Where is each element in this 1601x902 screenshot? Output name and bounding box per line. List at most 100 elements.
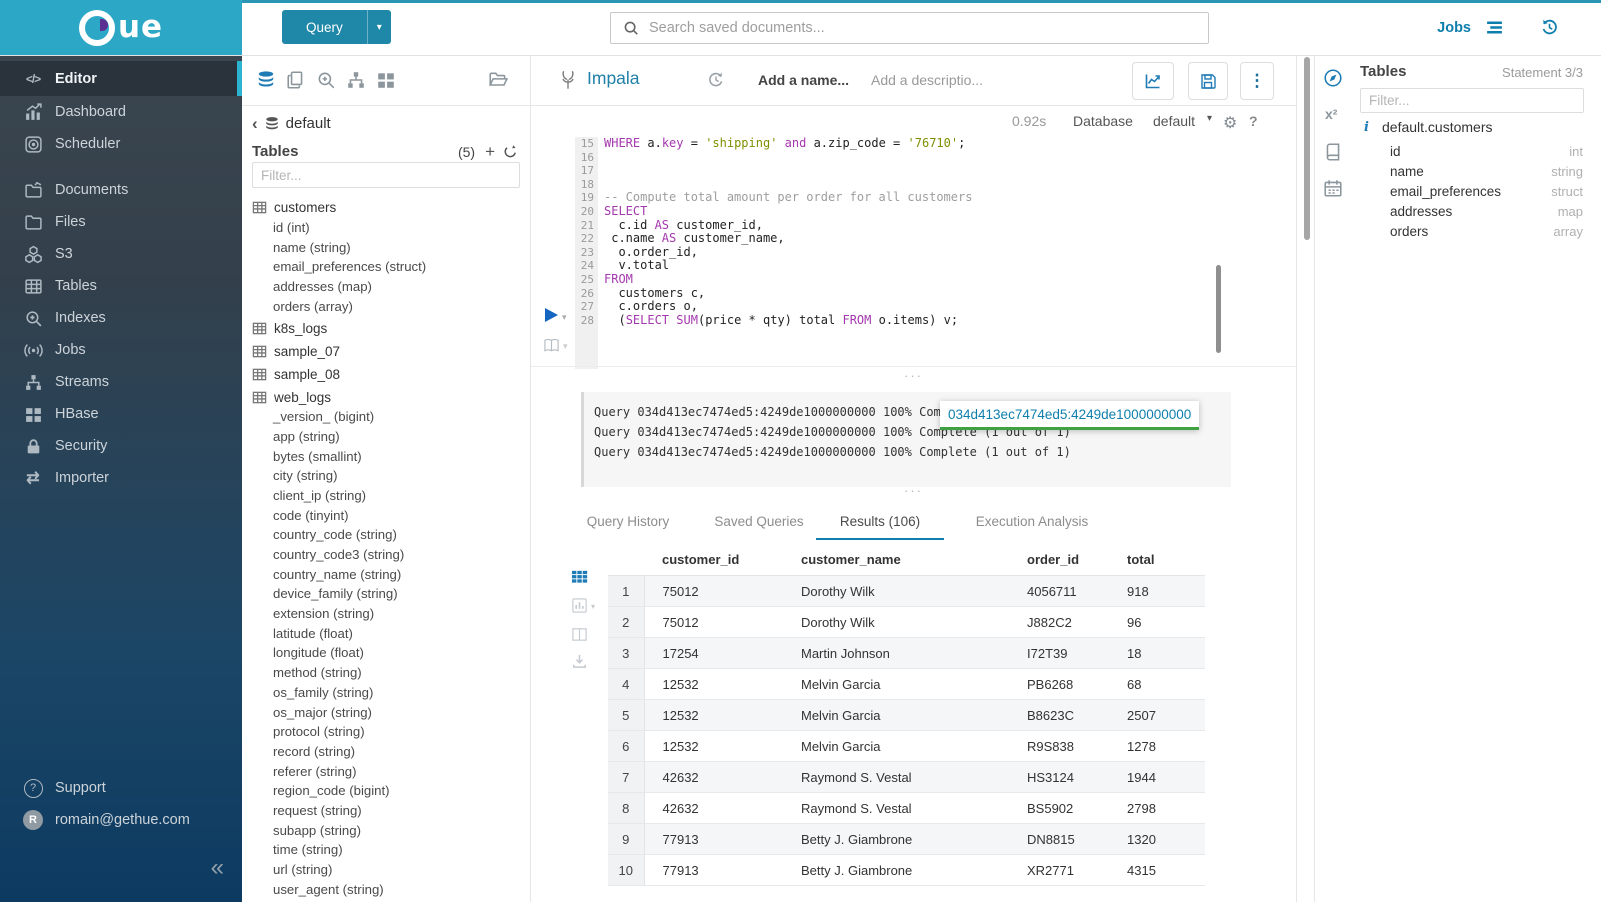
chart-view-icon[interactable] (571, 597, 588, 614)
assistant-compass-icon[interactable] (1323, 68, 1343, 88)
assist-column[interactable]: subapp (string) (242, 820, 530, 840)
assist-column[interactable]: addresses (map) (242, 277, 530, 297)
chart-options-caret[interactable]: ▾ (591, 602, 595, 611)
add-table-button[interactable]: + (485, 143, 495, 160)
assist-column[interactable]: method (string) (242, 663, 530, 683)
right-column-email_preferences[interactable]: email_preferencesstruct (1352, 181, 1601, 201)
assist-table-sample_07[interactable]: sample_07 (242, 342, 530, 362)
assist-column[interactable]: region_code (bigint) (242, 781, 530, 801)
sidebar-item-files[interactable]: Files (0, 206, 242, 238)
assist-column[interactable]: request (string) (242, 801, 530, 821)
assist-column[interactable]: email_preferences (struct) (242, 257, 530, 277)
assist-table-sample_08[interactable]: sample_08 (242, 365, 530, 385)
query-dropdown-caret[interactable]: ▾ (367, 10, 391, 44)
resize-handle-bottom[interactable]: ··· (531, 486, 1296, 496)
database-name[interactable]: default (286, 115, 331, 132)
assist-indexes-icon[interactable] (316, 70, 336, 90)
page-scrollbar[interactable] (1304, 57, 1310, 240)
query-name-field[interactable]: Add a name... (758, 72, 849, 88)
sidebar-item-importer[interactable]: ⇄Importer (0, 462, 242, 494)
assist-column[interactable]: client_ip (string) (242, 486, 530, 506)
database-select[interactable]: default (1153, 113, 1195, 129)
more-actions-button[interactable]: ⋮ (1240, 62, 1274, 100)
info-icon[interactable]: i (1364, 120, 1382, 135)
tab-query-history[interactable]: Query History (576, 504, 680, 538)
assist-files-icon[interactable] (488, 70, 508, 90)
chart-button[interactable] (1132, 62, 1174, 100)
presentation-mode-icon[interactable] (543, 337, 560, 354)
assist-db-icon[interactable] (256, 70, 276, 90)
sidebar-item-documents[interactable]: Documents (0, 174, 242, 206)
editor-history-icon[interactable] (707, 71, 725, 89)
sidebar-item-tables[interactable]: Tables (0, 270, 242, 302)
search-input[interactable] (647, 19, 1208, 37)
column-header-total[interactable]: total (1109, 543, 1205, 576)
sidebar-item-streams[interactable]: Streams (0, 366, 242, 398)
assist-column[interactable]: os_family (string) (242, 683, 530, 703)
download-icon[interactable] (571, 653, 588, 670)
assist-table-web_logs[interactable]: web_logs (242, 387, 530, 407)
sidebar-item-s3[interactable]: S3 (0, 238, 242, 270)
sidebar-item-user[interactable]: Rromain@gethue.com (0, 804, 242, 836)
assist-column[interactable]: country_code3 (string) (242, 545, 530, 565)
query-description-field[interactable]: Add a descriptio... (871, 72, 983, 88)
query-button-label[interactable]: Query (282, 10, 367, 44)
query-id-link[interactable]: 034d413ec7474ed5:4249de1000000000 (948, 407, 1191, 422)
assist-column[interactable]: longitude (float) (242, 643, 530, 663)
assist-column[interactable]: record (string) (242, 742, 530, 762)
assist-documents-icon[interactable] (286, 70, 306, 90)
presentation-caret[interactable]: ▾ (563, 341, 568, 352)
assist-table-customers[interactable]: customers (242, 198, 530, 218)
assist-column[interactable]: device_family (string) (242, 584, 530, 604)
column-header-order_id[interactable]: order_id (1009, 543, 1109, 576)
save-button[interactable] (1188, 62, 1228, 100)
back-chevron-icon[interactable]: ‹ (252, 115, 258, 132)
columns-view-icon[interactable] (571, 626, 588, 643)
assist-streams-icon[interactable] (346, 70, 366, 90)
assist-column[interactable]: id (int) (242, 218, 530, 238)
settings-gear-icon[interactable]: ⚙ (1223, 113, 1237, 133)
active-table-name[interactable]: default.customers (1382, 119, 1493, 135)
sidebar-item-hbase[interactable]: HBase (0, 398, 242, 430)
right-filter-input[interactable] (1360, 88, 1584, 113)
assist-column[interactable]: country_name (string) (242, 564, 530, 584)
assist-column[interactable]: time (string) (242, 840, 530, 860)
assist-table-k8s_logs[interactable]: k8s_logs (242, 319, 530, 339)
right-column-name[interactable]: namestring (1352, 161, 1601, 181)
table-filter-input[interactable] (252, 162, 520, 188)
right-column-orders[interactable]: ordersarray (1352, 222, 1601, 242)
column-header-customer_id[interactable]: customer_id (644, 543, 783, 576)
functions-icon[interactable]: x² (1325, 106, 1337, 122)
tab-results[interactable]: Results (106) (816, 504, 944, 540)
assist-column[interactable]: protocol (string) (242, 722, 530, 742)
query-history-icon[interactable] (1540, 18, 1559, 37)
active-table-row[interactable]: i default.customers (1364, 119, 1493, 135)
assist-column[interactable]: name (string) (242, 237, 530, 257)
assist-column[interactable]: url (string) (242, 860, 530, 880)
query-button[interactable]: Query ▾ (282, 10, 391, 44)
sidebar-item-support[interactable]: ?Support (0, 772, 242, 804)
assist-column[interactable]: country_code (string) (242, 525, 530, 545)
right-column-id[interactable]: idint (1352, 141, 1601, 161)
assist-column[interactable]: bytes (smallint) (242, 446, 530, 466)
refresh-icon[interactable] (503, 144, 518, 159)
sidebar-item-scheduler[interactable]: Scheduler (0, 128, 242, 160)
sidebar-item-editor[interactable]: </>Editor (0, 61, 242, 96)
assist-column[interactable]: os_major (string) (242, 702, 530, 722)
database-caret-icon[interactable]: ▾ (1207, 113, 1212, 124)
assist-column[interactable]: user_agent (string) (242, 879, 530, 899)
assist-column[interactable]: _version_ (bigint) (242, 407, 530, 427)
jobs-link[interactable]: Jobs (1437, 20, 1471, 36)
right-column-addresses[interactable]: addressesmap (1352, 202, 1601, 222)
jobs-list-icon[interactable] (1485, 18, 1504, 37)
assist-column[interactable]: code (tinyint) (242, 505, 530, 525)
grid-view-icon[interactable] (571, 568, 588, 585)
tab-saved-queries[interactable]: Saved Queries (707, 504, 811, 538)
assist-column[interactable]: extension (string) (242, 604, 530, 624)
code-editor[interactable]: WHERE a.key = 'shipping' and a.zip_code … (604, 137, 1236, 327)
sidebar-item-jobs[interactable]: Jobs (0, 334, 242, 366)
engine-name[interactable]: Impala (587, 68, 640, 89)
execute-options-caret[interactable]: ▾ (562, 312, 567, 323)
language-docs-icon[interactable] (1323, 142, 1343, 162)
hue-logo[interactable]: ue (0, 0, 242, 55)
